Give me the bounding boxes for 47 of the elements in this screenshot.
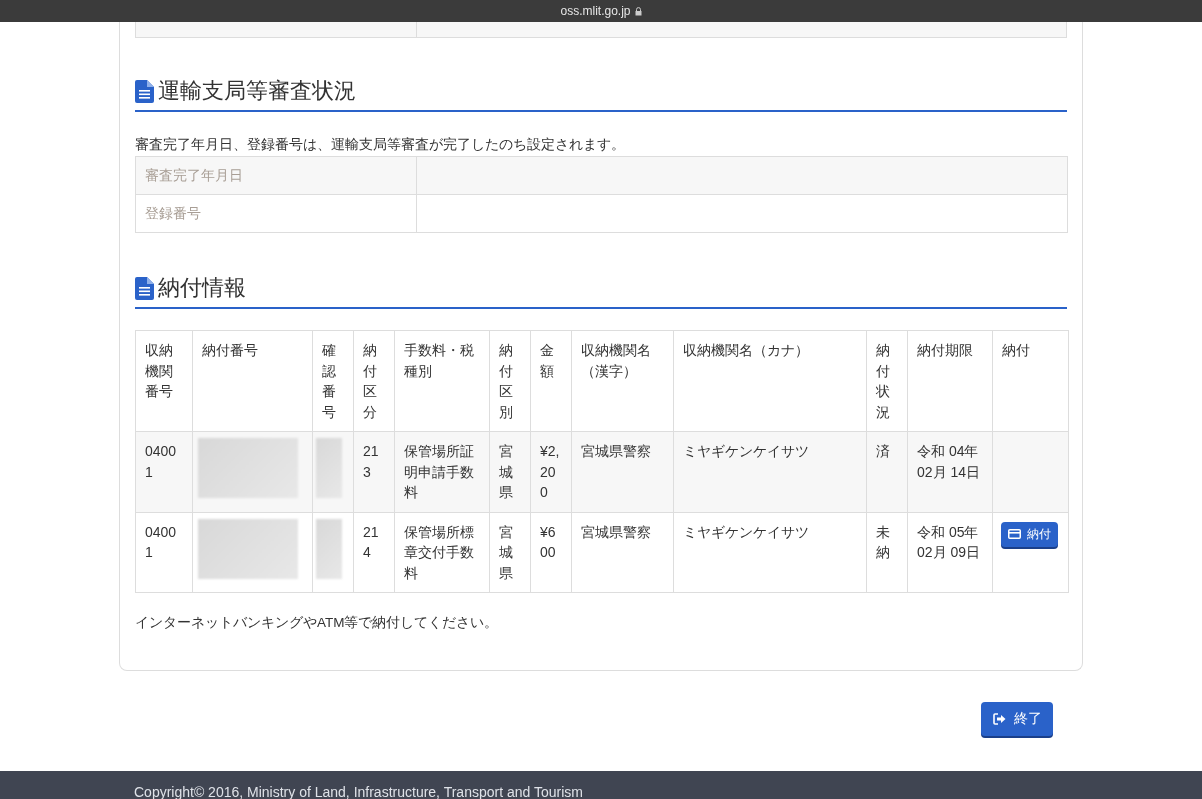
document-icon bbox=[135, 79, 154, 103]
redacted-block bbox=[316, 438, 342, 498]
review-note: 審査完了年月日、登録番号は、運輸支局等審査が完了したのち設定されます。 bbox=[135, 136, 626, 154]
document-icon bbox=[135, 276, 154, 300]
deadline-cell: 令和 05年 02月 09日 bbox=[907, 512, 993, 593]
column-header: 納付区分 bbox=[353, 330, 395, 432]
column-header: 収納機関名（カナ） bbox=[673, 330, 867, 432]
redacted-block bbox=[316, 518, 342, 579]
agency-kana-cell: ミヤギケンケイサツ bbox=[673, 512, 867, 593]
column-header: 納付状況 bbox=[866, 330, 908, 432]
column-header: 納付区別 bbox=[489, 330, 531, 432]
finish-button[interactable]: 終了 bbox=[981, 702, 1053, 736]
division-cell: 宮城県 bbox=[489, 512, 531, 593]
division-cell: 宮城県 bbox=[489, 431, 531, 512]
field-label: 登録番号 bbox=[135, 194, 417, 233]
status-cell: 済 bbox=[866, 431, 908, 512]
fee-type-cell: 保管場所標章交付手数料 bbox=[394, 512, 490, 593]
sign-out-icon bbox=[992, 713, 1006, 725]
credit-card-icon bbox=[1008, 529, 1021, 539]
column-header: 納付期限 bbox=[907, 330, 993, 432]
status-cell: 未納 bbox=[866, 512, 908, 593]
column-header: 納付 bbox=[992, 330, 1069, 432]
amount-cell: ¥600 bbox=[530, 512, 572, 593]
column-header: 金額 bbox=[530, 330, 572, 432]
lock-icon bbox=[634, 6, 642, 16]
category-cell: 214 bbox=[353, 512, 395, 593]
column-header: 手数料・税種別 bbox=[394, 330, 490, 432]
agency-name-cell: 宮城県警察 bbox=[571, 431, 674, 512]
agency-kana-cell: ミヤギケンケイサツ bbox=[673, 431, 867, 512]
agency-name-cell: 宮城県警察 bbox=[571, 512, 674, 593]
address-text: oss.mlit.go.jp bbox=[560, 4, 631, 18]
column-header: 収納機関名（漢字） bbox=[571, 330, 674, 432]
category-cell: 213 bbox=[353, 431, 395, 512]
copyright-text: Copyright© 2016, Ministry of Land, Infrastructure, Transport and Tourism bbox=[134, 784, 583, 799]
column-header: 確認番号 bbox=[312, 330, 354, 432]
column-header: 収納機関番号 bbox=[135, 330, 193, 432]
amount-cell: ¥2,200 bbox=[530, 431, 572, 512]
column-header: 納付番号 bbox=[192, 330, 313, 432]
payment-note: インターネットバンキングやATM等で納付してください。 bbox=[135, 614, 500, 632]
agency-number-cell: 04001 bbox=[135, 431, 193, 512]
section-title: 納付情報 bbox=[158, 274, 246, 302]
field-label: 審査完了年月日 bbox=[135, 156, 417, 195]
fee-type-cell: 保管場所証明申請手数料 bbox=[394, 431, 490, 512]
deadline-cell: 令和 04年 02月 14日 bbox=[907, 431, 993, 512]
pay-button[interactable]: 納付 bbox=[1001, 521, 1058, 547]
section-title: 運輸支局等審査状況 bbox=[158, 77, 356, 105]
agency-number-cell: 04001 bbox=[135, 512, 193, 593]
